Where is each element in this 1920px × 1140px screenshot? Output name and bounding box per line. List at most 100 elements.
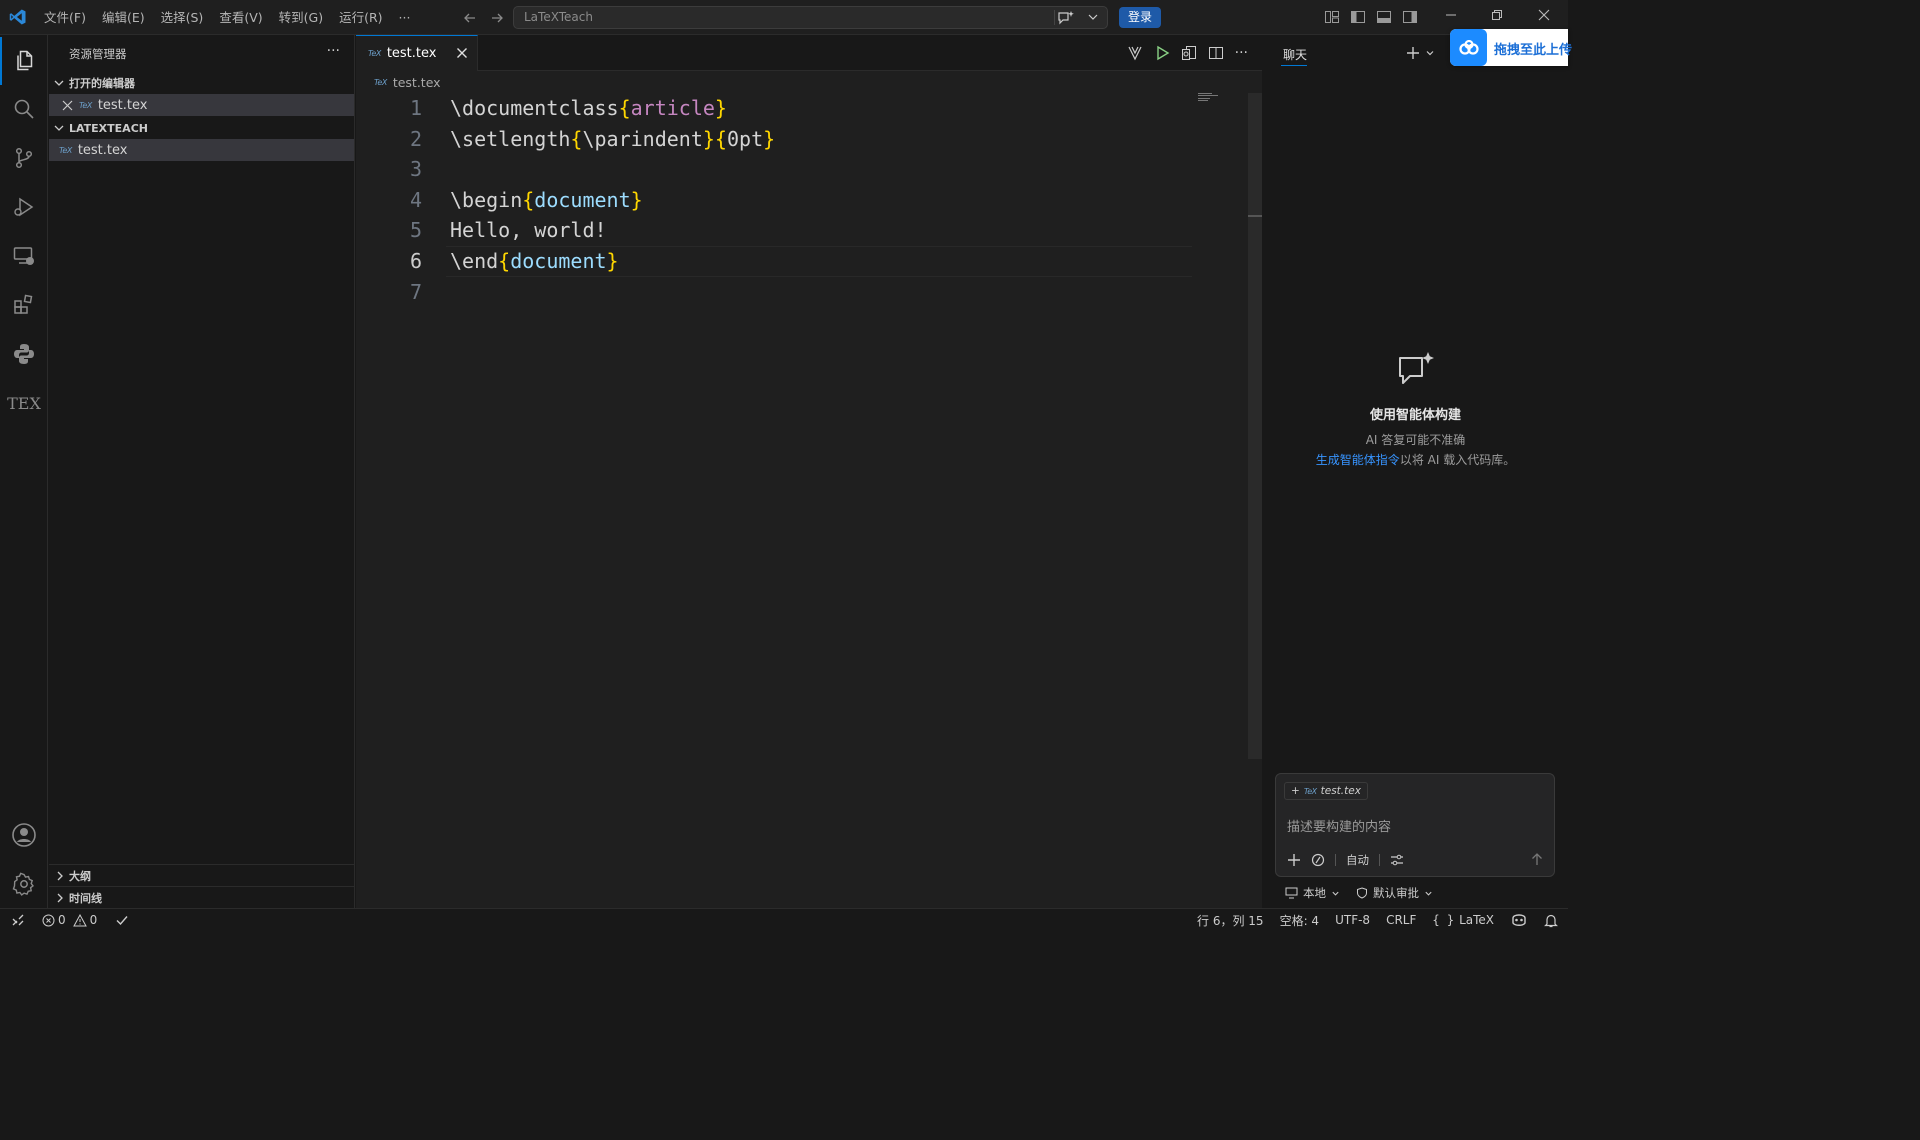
- code-line[interactable]: 2 \setlength{\parindent}{0pt}: [356, 124, 1236, 155]
- settings-sliders-icon[interactable]: [1390, 853, 1404, 867]
- code-line[interactable]: 1 \documentclass{article}: [356, 93, 1236, 124]
- more-actions-icon[interactable]: ···: [327, 43, 340, 59]
- chat-input-box[interactable]: + TeX test.tex 描述要构建的内容 自动: [1275, 773, 1555, 877]
- new-chat-icon[interactable]: [1405, 45, 1421, 61]
- line-number: 4: [409, 187, 422, 212]
- add-icon[interactable]: [1287, 853, 1301, 867]
- menu-edit[interactable]: 编辑(E): [94, 0, 153, 35]
- customize-layout-icon[interactable]: [1324, 9, 1340, 25]
- braces-icon: { }: [1432, 913, 1455, 927]
- minimize-icon[interactable]: [1444, 8, 1458, 22]
- toggle-primary-sidebar-icon[interactable]: [1350, 9, 1366, 25]
- code-line[interactable]: 7: [356, 277, 1236, 308]
- baidu-upload-banner[interactable]: 拖拽至此上传: [1450, 29, 1572, 66]
- breadcrumb-file: test.tex: [392, 75, 441, 90]
- accounts-icon[interactable]: [0, 811, 48, 859]
- close-window-icon[interactable]: [1537, 8, 1551, 22]
- code-token: {: [618, 96, 631, 120]
- login-button[interactable]: 登录: [1119, 7, 1161, 28]
- title-bar: 文件(F) 编辑(E) 选择(S) 查看(V) 转到(G) 运行(R) ··· …: [0, 0, 1568, 35]
- search-icon[interactable]: [0, 85, 48, 133]
- encoding[interactable]: UTF-8: [1335, 913, 1370, 927]
- remote-explorer-icon[interactable]: [0, 232, 48, 280]
- error-count: 0: [58, 913, 66, 927]
- chat-empty-state: 使用智能体构建 AI 答复可能不准确 生成智能体指令以将 AI 载入代码库。: [1263, 350, 1568, 468]
- chevron-down-icon[interactable]: [1425, 48, 1435, 58]
- workspace-section[interactable]: LATEXTEACH: [49, 117, 354, 139]
- context-chip[interactable]: + TeX test.tex: [1284, 782, 1368, 800]
- code-line[interactable]: 5 Hello, world!: [356, 215, 1236, 246]
- language-mode[interactable]: { } LaTeX: [1432, 913, 1494, 927]
- generate-instructions-link[interactable]: 生成智能体指令: [1316, 453, 1400, 467]
- toggle-panel-icon[interactable]: [1376, 9, 1392, 25]
- split-editor-icon[interactable]: [1208, 45, 1224, 61]
- breadcrumb[interactable]: TeX test.tex: [374, 75, 441, 90]
- baidu-cloud-icon: [1450, 29, 1487, 66]
- tab-bar: TeX test.tex ···: [356, 35, 1262, 71]
- toggle-secondary-sidebar-icon[interactable]: [1402, 9, 1418, 25]
- remote-indicator-icon[interactable]: [0, 913, 36, 927]
- python-icon[interactable]: [0, 330, 48, 378]
- mode-selector[interactable]: 自动: [1346, 852, 1369, 868]
- preview-icon[interactable]: [1181, 45, 1197, 61]
- restore-icon[interactable]: [1490, 8, 1504, 22]
- code-line[interactable]: 6 \end{document}: [356, 246, 1236, 277]
- local-selector[interactable]: 本地: [1285, 885, 1340, 901]
- chevron-right-icon: [49, 870, 69, 882]
- menu-selection[interactable]: 选择(S): [153, 0, 212, 35]
- line-number: 7: [409, 279, 422, 304]
- menu-file[interactable]: 文件(F): [36, 0, 94, 35]
- run-icon[interactable]: [1154, 45, 1170, 61]
- status-bar: 0 0 行 6，列 15 空格: 4 UTF-8 CRLF { } LaTeX: [0, 908, 1568, 931]
- approval-selector[interactable]: 默认审批: [1356, 885, 1433, 901]
- layout-controls: [1324, 9, 1418, 25]
- copilot-icon[interactable]: [1510, 912, 1528, 928]
- add-context-icon[interactable]: +: [1291, 785, 1300, 797]
- chevron-down-icon: [1331, 889, 1340, 898]
- send-arrow-icon[interactable]: [1530, 852, 1544, 866]
- explorer-icon[interactable]: [0, 37, 48, 85]
- chat-sparkle-icon[interactable]: [1057, 10, 1075, 26]
- menu-bar: 文件(F) 编辑(E) 选择(S) 查看(V) 转到(G) 运行(R) ···: [36, 0, 418, 35]
- tex-build-icon[interactable]: [1127, 45, 1143, 61]
- menu-more[interactable]: ···: [391, 0, 419, 35]
- menu-run[interactable]: 运行(R): [331, 0, 390, 35]
- open-editor-item[interactable]: TeX test.tex: [49, 94, 354, 116]
- check-icon[interactable]: [115, 913, 129, 927]
- tab-test-tex[interactable]: TeX test.tex: [356, 35, 478, 71]
- menu-go[interactable]: 转到(G): [271, 0, 331, 35]
- cursor-position[interactable]: 行 6，列 15: [1197, 912, 1264, 929]
- settings-gear-icon[interactable]: [0, 860, 48, 908]
- tex-icon[interactable]: TEX: [0, 379, 48, 427]
- tools-icon[interactable]: [1311, 853, 1325, 867]
- tex-file-icon: TeX: [1303, 786, 1317, 796]
- minimap[interactable]: [1198, 93, 1220, 101]
- code-token: {: [498, 249, 511, 273]
- menu-view[interactable]: 查看(V): [211, 0, 270, 35]
- extensions-icon[interactable]: [0, 281, 48, 329]
- more-actions-icon[interactable]: ···: [1235, 45, 1248, 61]
- tex-file-icon: TeX: [368, 49, 381, 58]
- code-token: {: [570, 126, 583, 151]
- close-tab-icon[interactable]: [455, 46, 469, 60]
- outline-section[interactable]: 大纲: [49, 864, 354, 886]
- notifications-bell-icon[interactable]: [1544, 913, 1558, 928]
- close-icon[interactable]: [49, 100, 79, 111]
- problems-indicator[interactable]: 0 0: [42, 913, 97, 927]
- back-arrow-icon[interactable]: [462, 10, 478, 26]
- timeline-section[interactable]: 时间线: [49, 886, 354, 908]
- forward-arrow-icon[interactable]: [489, 10, 505, 26]
- line-endings[interactable]: CRLF: [1386, 913, 1416, 927]
- workspace-file-item[interactable]: TeX test.tex: [49, 139, 354, 161]
- code-line[interactable]: 4 \begin{document}: [356, 185, 1236, 216]
- chat-input-placeholder[interactable]: 描述要构建的内容: [1287, 816, 1391, 835]
- open-editors-section[interactable]: 打开的编辑器: [49, 72, 354, 94]
- chat-title[interactable]: 聊天: [1283, 46, 1307, 63]
- code-line[interactable]: 3: [356, 154, 1236, 185]
- chevron-down-icon[interactable]: [1087, 11, 1099, 23]
- run-debug-icon[interactable]: [0, 183, 48, 231]
- source-control-icon[interactable]: [0, 134, 48, 182]
- command-center-search[interactable]: LaTeXTeach: [513, 6, 1108, 29]
- vertical-scrollbar[interactable]: [1248, 93, 1262, 759]
- indentation[interactable]: 空格: 4: [1280, 912, 1320, 929]
